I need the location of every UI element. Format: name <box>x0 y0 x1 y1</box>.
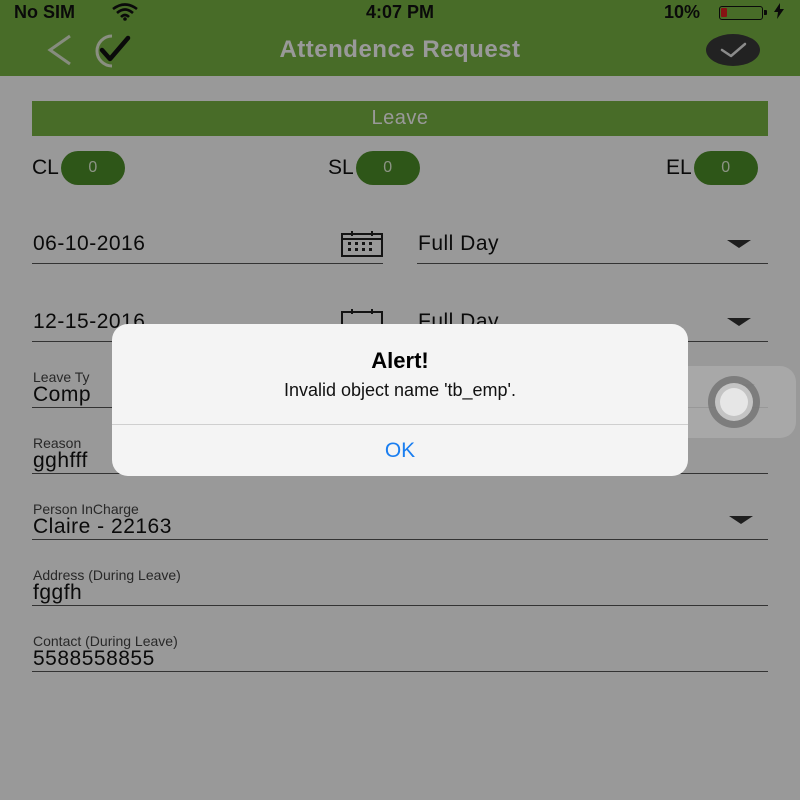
alert-dialog: Alert! Invalid object name 'tb_emp'. OK <box>112 324 688 476</box>
ok-button[interactable]: OK <box>112 425 688 476</box>
alert-title: Alert! <box>371 348 429 373</box>
alert-message: Invalid object name 'tb_emp'. <box>283 380 516 400</box>
